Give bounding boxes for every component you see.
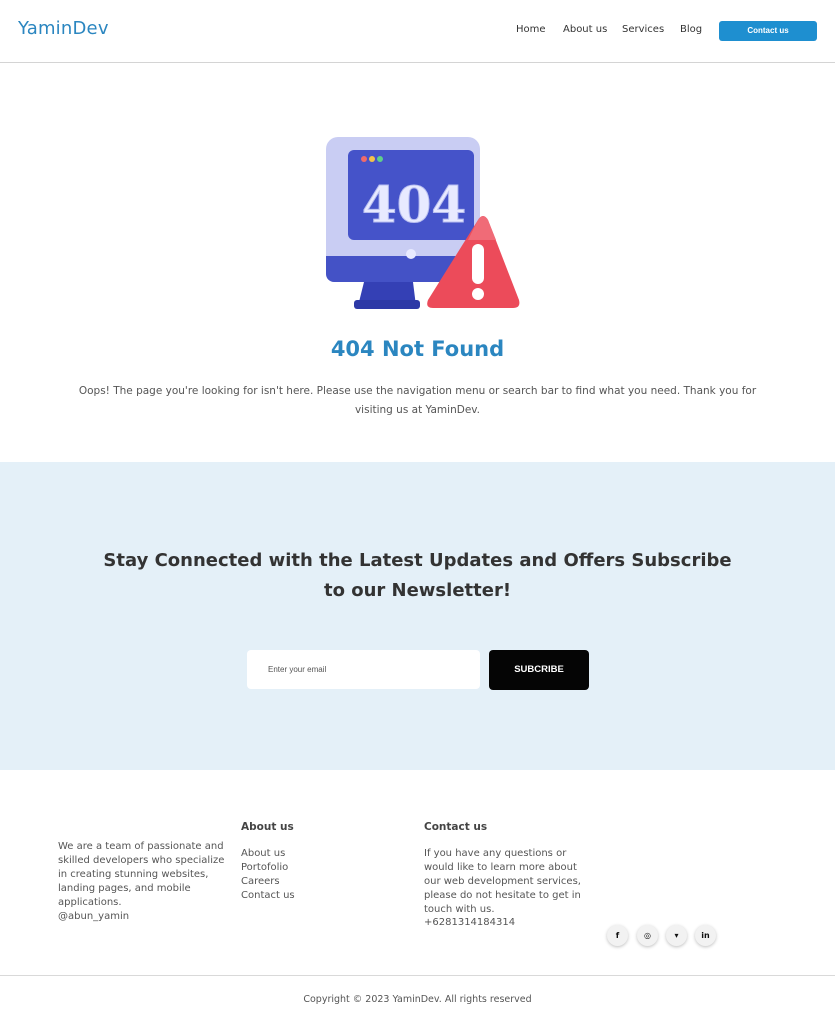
copyright-text: Copyright © 2023 YaminDev. All rights re… bbox=[303, 994, 532, 1005]
footer-links: About us Portofolio Careers Contact us bbox=[241, 847, 295, 903]
footer-about-heading: About us bbox=[241, 821, 294, 833]
footer-link-portofolio[interactable]: Portofolio bbox=[241, 861, 295, 875]
site-logo[interactable]: YaminDev bbox=[18, 18, 109, 39]
newsletter-section: Stay Connected with the Latest Updates a… bbox=[0, 462, 835, 770]
nav-about-us[interactable]: About us bbox=[563, 24, 607, 35]
error-title: 404 Not Found bbox=[330, 337, 505, 361]
footer-divider bbox=[0, 975, 835, 976]
nav-blog[interactable]: Blog bbox=[680, 24, 702, 35]
facebook-icon[interactable]: f bbox=[607, 925, 628, 946]
screen-404-text: 404 bbox=[362, 175, 466, 234]
footer-link-about-us[interactable]: About us bbox=[241, 847, 295, 861]
email-input[interactable] bbox=[247, 650, 480, 689]
footer-about-text: We are a team of passionate and skilled … bbox=[58, 841, 225, 908]
error-description: Oops! The page you're looking for isn't … bbox=[78, 385, 757, 416]
twitter-icon[interactable]: ▾ bbox=[666, 925, 687, 946]
instagram-icon[interactable]: ◎ bbox=[637, 925, 658, 946]
newsletter-title: Stay Connected with the Latest Updates a… bbox=[103, 550, 732, 601]
footer-phone[interactable]: +6281314184314 bbox=[424, 917, 515, 928]
nav-home[interactable]: Home bbox=[516, 24, 546, 35]
site-header: YaminDev Home About us Services Blog Con… bbox=[0, 0, 835, 63]
footer-handle[interactable]: @abun_yamin bbox=[58, 911, 129, 922]
footer-contact-text: If you have any questions or would like … bbox=[424, 848, 581, 915]
subscribe-button[interactable]: SUBCRIBE bbox=[489, 650, 589, 690]
linkedin-icon[interactable]: in bbox=[695, 925, 716, 946]
footer-link-contact-us[interactable]: Contact us bbox=[241, 889, 295, 903]
contact-us-button[interactable]: Contact us bbox=[719, 21, 817, 41]
footer-contact-heading: Contact us bbox=[424, 821, 488, 833]
footer-link-careers[interactable]: Careers bbox=[241, 875, 295, 889]
error-404-illustration: 404 bbox=[318, 130, 523, 315]
nav-services[interactable]: Services bbox=[622, 24, 664, 35]
